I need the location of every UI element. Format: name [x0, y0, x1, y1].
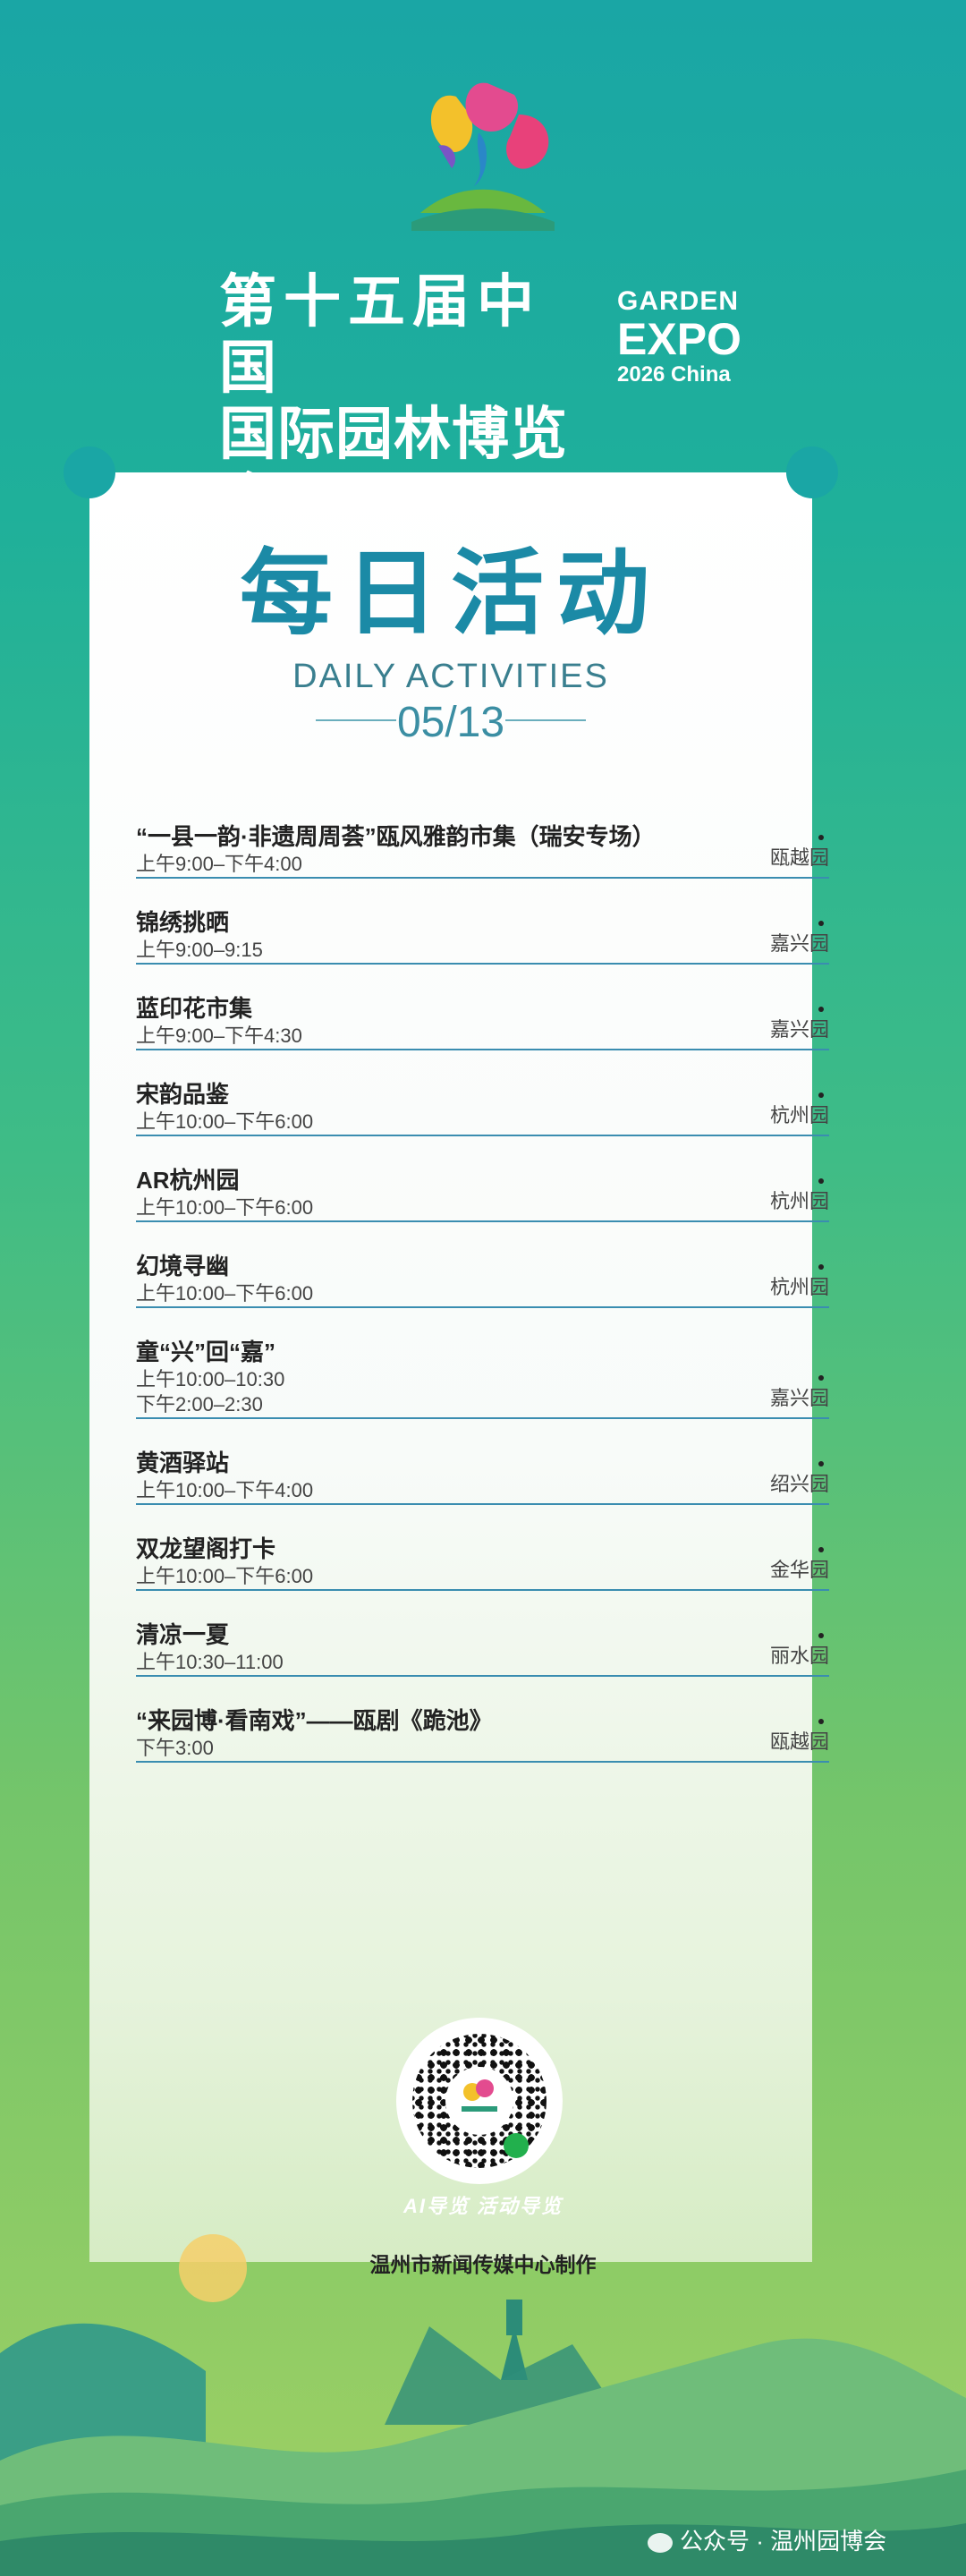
wechat-account-label: 公众号 · 温州园博会	[648, 2523, 886, 2556]
event-name: 锦绣挑晒	[136, 909, 230, 936]
qr-logo-icon	[462, 2079, 497, 2112]
event-location: 金华园	[769, 1547, 829, 1583]
card-header: 每日活动 DAILY ACTIVITIES	[89, 517, 812, 696]
expo-en-line1: GARDEN	[617, 286, 740, 316]
event-time: 上午10:00–10:30	[136, 1368, 285, 1390]
event-location: 杭州园	[769, 1092, 829, 1128]
wechat-icon	[648, 2533, 673, 2554]
expo-title-line1: 第十五届中国	[219, 269, 541, 400]
event-location-text: 嘉兴园	[769, 932, 829, 955]
event-time: 上午10:00–下午6:00	[136, 1282, 314, 1305]
event-name: 蓝印花市集	[136, 995, 253, 1022]
event-time: 上午10:00–下午6:00	[136, 1110, 314, 1133]
event-location: 嘉兴园	[769, 1007, 829, 1042]
event-item[interactable]: AR杭州园 上午10:00–下午6:00 杭州园	[136, 1165, 829, 1222]
event-location-text: 丽水园	[769, 1645, 829, 1667]
event-item[interactable]: 黄酒驿站 上午10:00–下午4:00 绍兴园	[136, 1448, 829, 1505]
event-time: 上午9:00–下午4:00	[136, 853, 302, 875]
event-item[interactable]: 童“兴”回“嘉” 上午10:00–10:30 下午2:00–2:30 嘉兴园	[136, 1337, 829, 1419]
event-location: 绍兴园	[769, 1461, 829, 1497]
expo-en-line2: EXPO	[617, 314, 741, 364]
event-location: 丽水园	[769, 1633, 829, 1669]
event-location: 杭州园	[769, 1264, 829, 1300]
event-name: “一县一韵·非遗周周荟”瓯风雅韵市集（瑞安专场）	[136, 823, 656, 850]
event-location-text: 杭州园	[769, 1276, 829, 1298]
event-location-text: 杭州园	[769, 1104, 829, 1126]
event-item[interactable]: 宋韵品鉴 上午10:00–下午6:00 杭州园	[136, 1079, 829, 1136]
qr-slogan: AI导览 活动导览	[402, 2195, 564, 2217]
event-item[interactable]: 幻境寻幽 上午10:00–下午6:00 杭州园	[136, 1251, 829, 1308]
event-location-text: 瓯越园	[769, 1730, 829, 1753]
event-name: 清凉一夏	[136, 1621, 230, 1648]
expo-title-en: GARDEN EXPO 2026 China	[617, 286, 741, 388]
event-location-text: 金华园	[769, 1559, 829, 1581]
event-location-text: 嘉兴园	[769, 1387, 829, 1409]
event-time: 上午10:00–下午6:00	[136, 1196, 314, 1219]
event-time: 上午9:00–下午4:30	[136, 1024, 302, 1047]
event-name: 双龙望阁打卡	[136, 1535, 276, 1562]
event-item[interactable]: 锦绣挑晒 上午9:00–9:15 嘉兴园	[136, 907, 829, 965]
garden-expo-logo	[411, 82, 555, 231]
event-time: 上午9:00–9:15	[136, 939, 263, 961]
card-notch	[64, 446, 115, 498]
event-name: 黄酒驿站	[136, 1450, 230, 1476]
event-location: 瓯越园	[769, 835, 829, 871]
wechat-account-text: 公众号 · 温州园博会	[680, 2528, 887, 2555]
event-location: 嘉兴园	[769, 1375, 829, 1411]
event-list: “一县一韵·非遗周周荟”瓯风雅韵市集（瑞安专场） 上午9:00–下午4:00 瓯…	[136, 821, 829, 1791]
event-item[interactable]: 清凉一夏 上午10:30–11:00 丽水园	[136, 1620, 829, 1677]
event-time-2: 下午2:00–2:30	[136, 1393, 263, 1416]
event-location: 瓯越园	[769, 1719, 829, 1755]
event-location-text: 杭州园	[769, 1190, 829, 1212]
event-location: 杭州园	[769, 1178, 829, 1214]
event-location-text: 绍兴园	[769, 1473, 829, 1495]
mini-program-qr-code[interactable]	[396, 2018, 563, 2184]
event-name: 宋韵品鉴	[136, 1081, 230, 1108]
date-divider	[505, 719, 586, 721]
activities-card: 每日活动 DAILY ACTIVITIES 05/13 “一县一韵·非遗周周荟”…	[64, 446, 838, 2262]
mini-program-icon	[504, 2133, 529, 2158]
event-item[interactable]: “来园博·看南戏”——瓯剧《跪池》 下午3:00 瓯越园	[136, 1705, 829, 1763]
date-label: 05/13	[396, 699, 505, 746]
card-subtitle: DAILY ACTIVITIES	[292, 658, 609, 695]
event-time: 上午10:00–下午6:00	[136, 1565, 314, 1587]
event-name: 幻境寻幽	[136, 1253, 230, 1279]
event-location-text: 嘉兴园	[769, 1018, 829, 1041]
event-time: 下午3:00	[136, 1737, 214, 1759]
event-name: AR杭州园	[136, 1167, 240, 1194]
event-item[interactable]: “一县一韵·非遗周周荟”瓯风雅韵市集（瑞安专场） 上午9:00–下午4:00 瓯…	[136, 821, 829, 879]
qr-center-logo	[445, 2067, 513, 2135]
event-time: 上午10:00–下午4:00	[136, 1479, 314, 1501]
event-name: “来园博·看南戏”——瓯剧《跪池》	[136, 1707, 493, 1734]
date-row: 05/13	[89, 698, 812, 746]
event-item[interactable]: 蓝印花市集 上午9:00–下午4:30 嘉兴园	[136, 993, 829, 1050]
event-location-text: 瓯越园	[769, 846, 829, 869]
expo-en-line3: 2026 China	[617, 362, 731, 387]
event-item[interactable]: 双龙望阁打卡 上午10:00–下午6:00 金华园	[136, 1534, 829, 1591]
event-name: 童“兴”回“嘉”	[136, 1339, 276, 1365]
card-notch	[786, 446, 838, 498]
event-location: 嘉兴园	[769, 921, 829, 956]
event-time: 上午10:30–11:00	[136, 1651, 284, 1673]
card-title: 每日活动	[239, 542, 662, 646]
